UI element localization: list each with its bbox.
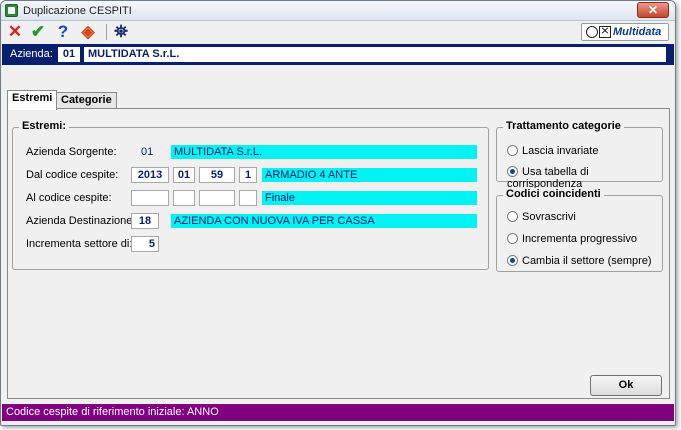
- dal-number-field[interactable]: 59: [199, 167, 235, 183]
- cancel-icon[interactable]: ✕: [5, 23, 25, 41]
- radio-circle-icon[interactable]: [507, 145, 518, 156]
- sorgente-label: Azienda Sorgente:: [26, 146, 117, 158]
- radio-cambia-settore[interactable]: Cambia il settore (sempre): [507, 255, 652, 267]
- radio-label: Sovrascrivi: [522, 211, 576, 223]
- ok-button[interactable]: Ok: [590, 375, 662, 396]
- title-bar[interactable]: Duplicazione CESPITI ✕: [1, 1, 675, 21]
- app-icon: [5, 4, 18, 17]
- radio-usa-tabella[interactable]: Usa tabella di corrispondenza: [507, 166, 662, 190]
- status-bar: Codice cespite di riferimento iniziale: …: [2, 404, 674, 421]
- al-year-field[interactable]: [131, 190, 169, 206]
- azienda-name-field: MULTIDATA S.r.L.: [84, 47, 666, 62]
- tab-categorie[interactable]: Categorie: [56, 92, 117, 109]
- dal-description: ARMADIO 4 ANTE: [262, 168, 477, 182]
- radio-selected-icon[interactable]: [507, 166, 518, 177]
- trattamento-group-title: Trattamento categorie: [503, 120, 624, 132]
- azienda-bar: Azienda: 01 MULTIDATA S.r.L.: [2, 44, 674, 65]
- crossed-box-icon: ⨯: [599, 25, 611, 38]
- al-description: Finale: [262, 191, 477, 205]
- confirm-icon[interactable]: ✔: [28, 23, 48, 41]
- al-number-field[interactable]: [199, 190, 235, 206]
- incrementa-field[interactable]: 5: [131, 236, 159, 252]
- tab-estremi[interactable]: Estremi: [7, 90, 58, 110]
- radio-label: Usa tabella di corrispondenza: [507, 166, 589, 190]
- radio-incrementa-progressivo[interactable]: Incrementa progressivo: [507, 233, 637, 245]
- main-window: Duplicazione CESPITI ✕ ✕ ✔ ? ◈ ⛯ ⨯ Multi…: [0, 0, 676, 426]
- brand-logo: ⨯ Multidata: [581, 23, 669, 41]
- al-label: Al codice cespite:: [26, 192, 112, 204]
- radio-label: Incrementa progressivo: [522, 233, 637, 245]
- close-button[interactable]: ✕: [637, 2, 669, 18]
- trattamento-group: Trattamento categorie Lascia invariate U…: [496, 120, 663, 190]
- window-title: Duplicazione CESPITI: [23, 5, 132, 17]
- azienda-label: Azienda:: [10, 48, 53, 60]
- radio-label: Cambia il settore (sempre): [522, 255, 652, 267]
- sorgente-name: MULTIDATA S.r.L.: [171, 145, 477, 159]
- incrementa-label: Incrementa settore di:: [26, 238, 133, 250]
- brand-text: Multidata: [613, 26, 662, 38]
- tag-icon[interactable]: ◈: [78, 23, 98, 41]
- dal-category-field[interactable]: 01: [173, 167, 195, 183]
- help-icon[interactable]: ?: [53, 23, 73, 41]
- destinazione-name: AZIENDA CON NUOVA IVA PER CASSA: [171, 214, 477, 228]
- radio-label: Lascia invariate: [522, 145, 599, 157]
- toolbar-separator: [106, 24, 107, 40]
- destinazione-code-field[interactable]: 18: [131, 213, 159, 229]
- radio-sovrascrivi[interactable]: Sovrascrivi: [507, 211, 576, 223]
- estremi-group: Estremi: Azienda Sorgente: 01 MULTIDATA …: [12, 120, 489, 270]
- radio-selected-icon[interactable]: [507, 255, 518, 266]
- estremi-group-title: Estremi:: [19, 120, 70, 132]
- codici-group: Codici coincidenti Sovrascrivi Increment…: [496, 188, 663, 272]
- radio-circle-icon[interactable]: [507, 211, 518, 222]
- tab-panel: Estremi: Azienda Sorgente: 01 MULTIDATA …: [7, 108, 670, 399]
- sorgente-code: 01: [141, 146, 154, 158]
- circle-icon: [586, 26, 598, 38]
- destinazione-label: Azienda Destinazione:: [26, 215, 136, 227]
- radio-circle-icon[interactable]: [507, 233, 518, 244]
- dal-sub-field[interactable]: 1: [239, 167, 257, 183]
- al-category-field[interactable]: [173, 190, 195, 206]
- radio-lascia-invariate[interactable]: Lascia invariate: [507, 145, 598, 157]
- azienda-code-field[interactable]: 01: [58, 47, 80, 62]
- codici-group-title: Codici coincidenti: [503, 188, 604, 200]
- dal-year-field[interactable]: 2013: [131, 167, 169, 183]
- binoculars-icon[interactable]: ⛯: [111, 23, 131, 41]
- al-sub-field[interactable]: [239, 190, 257, 206]
- toolbar: ✕ ✔ ? ◈ ⛯ ⨯ Multidata: [1, 21, 675, 43]
- dal-label: Dal codice cespite:: [26, 169, 119, 181]
